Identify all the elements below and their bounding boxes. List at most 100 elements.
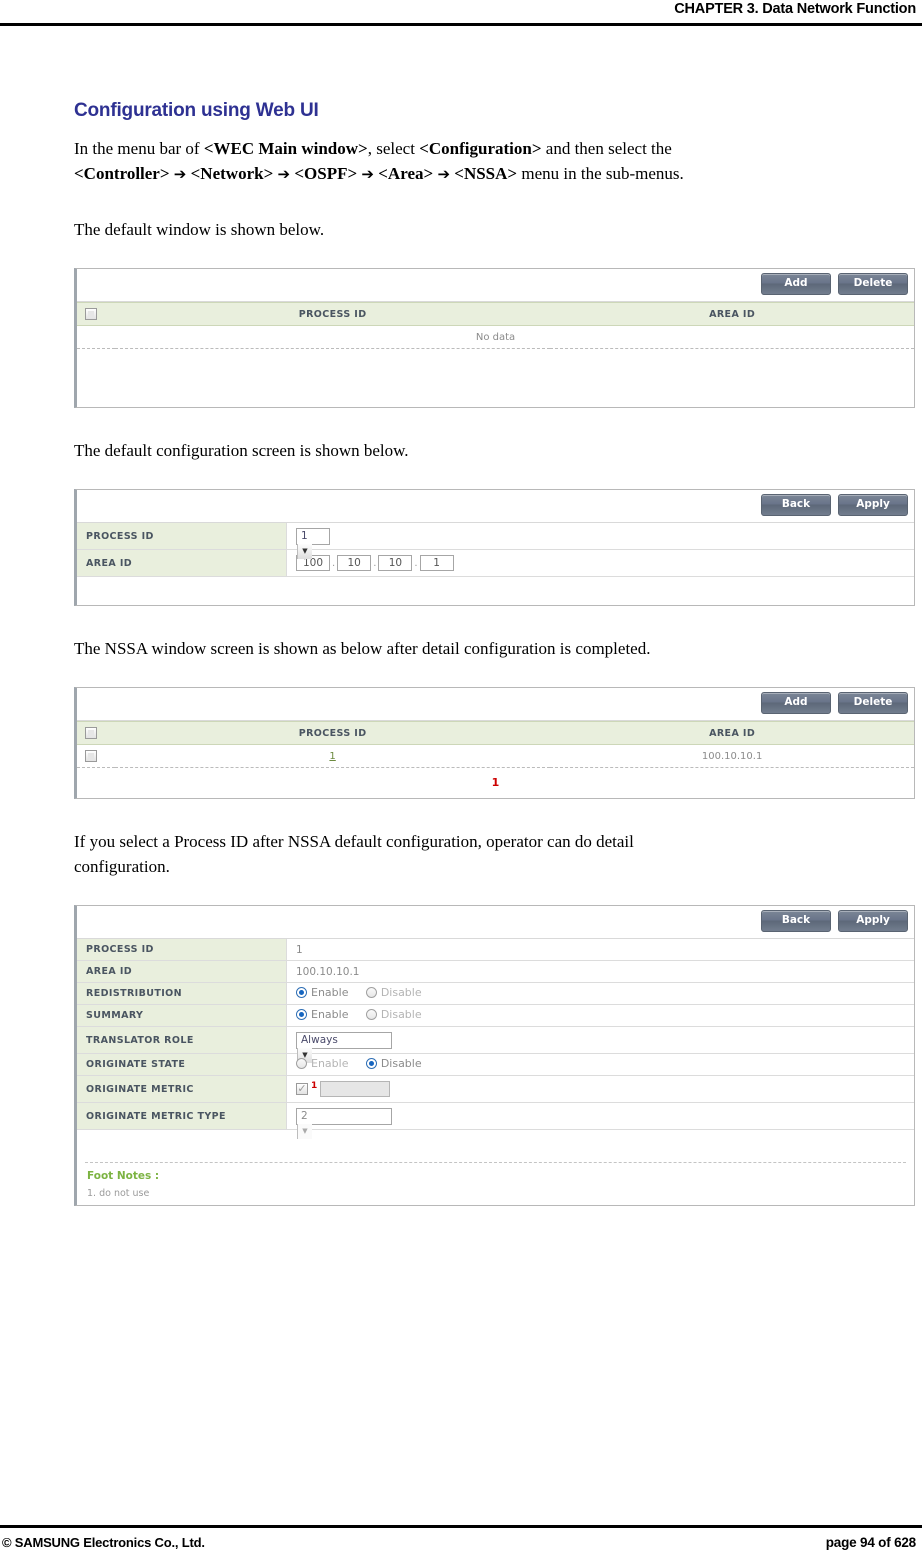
summary-enable-label: Enable	[311, 1008, 349, 1021]
radio-icon[interactable]	[296, 1058, 307, 1069]
nssa-default-config-panel: Back Apply PROCESS ID 1▼ AREA ID 100. 10.…	[74, 489, 915, 606]
summary-enable-option[interactable]: Enable	[296, 1008, 348, 1021]
page-number-1[interactable]: 1	[492, 776, 500, 789]
column-header-area-id: AREA ID	[550, 302, 914, 326]
chevron-down-icon: ▼	[297, 543, 312, 559]
form-row-originate-metric-type: ORIGINATE METRIC TYPE 2▼	[77, 1102, 914, 1139]
panel-toolbar: Add Delete	[77, 269, 914, 302]
redistribution-enable-label: Enable	[311, 986, 349, 999]
back-button[interactable]: Back	[761, 910, 831, 932]
column-header-process-id: PROCESS ID	[115, 302, 551, 326]
caption-detail-line-1: If you select a Process ID after NSSA de…	[74, 832, 634, 851]
field-originate-state: Enable Disable	[286, 1053, 914, 1076]
label-area-id: AREA ID	[77, 960, 287, 983]
back-button[interactable]: Back	[761, 494, 831, 516]
select-all-checkbox[interactable]	[85, 727, 97, 739]
pagination: 1	[77, 768, 914, 798]
label-originate-metric: ORIGINATE METRIC	[77, 1075, 287, 1103]
originate-state-enable-option[interactable]: Enable	[296, 1057, 348, 1070]
select-all-checkbox[interactable]	[85, 308, 97, 320]
originate-metric-input[interactable]	[320, 1081, 391, 1098]
form-row-originate-metric: ORIGINATE METRIC 1	[77, 1075, 914, 1103]
octet-separator: .	[373, 558, 377, 569]
panel-empty-area	[77, 1130, 914, 1162]
footnote-item: 1. do not use	[87, 1188, 150, 1199]
chapter-title: CHAPTER 3. Data Network Function	[674, 1, 916, 17]
field-originate-metric: 1	[286, 1075, 914, 1103]
intro-paragraph: In the menu bar of <WEC Main window>, se…	[74, 136, 922, 187]
page-title: Configuration using Web UI	[74, 100, 319, 121]
summary-disable-option[interactable]: Disable	[365, 1008, 422, 1021]
caption-nssa-window: The NSSA window screen is shown as below…	[74, 639, 651, 658]
redistribution-disable-label: Disable	[380, 986, 422, 999]
octet-separator: .	[414, 558, 418, 569]
header-rule	[0, 23, 922, 26]
area-id-octet-4[interactable]: 1	[419, 555, 454, 571]
form-row-area-id: AREA ID 100.10.10.1	[77, 549, 914, 577]
add-button[interactable]: Add	[761, 273, 831, 295]
add-button[interactable]: Add	[761, 692, 831, 714]
apply-button[interactable]: Apply	[838, 910, 908, 932]
caption-default-config: The default configuration screen is show…	[74, 441, 409, 460]
arrow-icon: ➔	[173, 165, 187, 183]
value-process-id: 1	[286, 939, 914, 961]
area-id-octet-2[interactable]: 10	[337, 555, 372, 571]
delete-button[interactable]: Delete	[838, 273, 908, 295]
footer-page-number: page 94 of 628	[825, 1535, 916, 1550]
nssa-list-panel: Add Delete PROCESS ID AREA ID 1 100.10.1…	[74, 687, 915, 799]
table-header-row: PROCESS ID AREA ID	[77, 721, 914, 745]
chevron-down-icon: ▼	[297, 1123, 312, 1139]
field-originate-metric-type: 2▼	[286, 1102, 914, 1139]
process-id-link[interactable]: 1	[329, 751, 335, 762]
radio-icon[interactable]	[365, 1009, 377, 1020]
toolbar-button-group: Back Apply	[761, 910, 908, 932]
radio-icon[interactable]	[365, 1058, 377, 1069]
toolbar-button-group: Add Delete	[761, 692, 908, 714]
label-originate-metric-type: ORIGINATE METRIC TYPE	[77, 1102, 287, 1130]
panel-empty-area	[77, 577, 914, 605]
nssa-table: PROCESS ID AREA ID No data	[77, 302, 914, 349]
panel-toolbar: Back Apply	[77, 906, 914, 939]
toolbar-button-group: Add Delete	[761, 273, 908, 295]
field-redistribution: Enable Disable	[286, 982, 914, 1005]
label-translator-role: TRANSLATOR ROLE	[77, 1026, 287, 1054]
field-process-id: 1▼	[286, 523, 914, 559]
select-all-header	[77, 302, 115, 326]
originate-metric-type-select[interactable]: 2▼	[296, 1107, 392, 1139]
intro-text-1: In the menu bar of	[74, 139, 204, 158]
page-footer: © SAMSUNG Electronics Co., Ltd. page 94 …	[0, 1525, 922, 1565]
intro-text-3: and then select the	[541, 139, 672, 158]
apply-button[interactable]: Apply	[838, 494, 908, 516]
redistribution-disable-option[interactable]: Disable	[365, 986, 422, 999]
table-header-row: PROCESS ID AREA ID	[77, 302, 914, 326]
path-network: <Network>	[190, 164, 274, 183]
form-row-summary: SUMMARY Enable Disable	[77, 1004, 914, 1027]
radio-icon[interactable]	[296, 987, 307, 998]
caption-detail-line-2: configuration.	[74, 857, 170, 876]
area-id-octet-3[interactable]: 10	[378, 555, 413, 571]
originate-metric-checkbox[interactable]	[296, 1082, 308, 1096]
process-id-select[interactable]: 1▼	[296, 527, 330, 559]
field-area-id: 100. 10. 10. 1	[286, 549, 914, 577]
delete-button[interactable]: Delete	[838, 692, 908, 714]
form-row-process-id: PROCESS ID 1▼	[77, 523, 914, 559]
footnote-marker: 1	[311, 1080, 318, 1091]
redistribution-enable-option[interactable]: Enable	[296, 986, 348, 999]
footnotes-section: Foot Notes : 1. do not use	[77, 1163, 914, 1205]
row-checkbox[interactable]	[85, 750, 97, 762]
label-summary: SUMMARY	[77, 1004, 287, 1027]
arrow-icon: ➔	[437, 165, 451, 183]
select-all-header	[77, 721, 115, 745]
nssa-table: PROCESS ID AREA ID 1 100.10.10.1	[77, 721, 914, 768]
nssa-empty-list-panel: Add Delete PROCESS ID AREA ID No data	[74, 268, 915, 408]
arrow-icon: ➔	[361, 165, 374, 183]
radio-icon[interactable]	[365, 987, 377, 998]
path-tail: menu in the sub-menus.	[517, 164, 684, 183]
translator-role-select[interactable]: Always▼	[296, 1031, 392, 1063]
originate-state-disable-option[interactable]: Disable	[365, 1057, 422, 1070]
radio-icon[interactable]	[296, 1009, 307, 1020]
footer-rule	[0, 1525, 922, 1528]
value-area-id: 100.10.10.1	[286, 960, 914, 983]
panel-empty-area	[77, 349, 914, 407]
page-header: CHAPTER 3. Data Network Function	[0, 0, 922, 26]
